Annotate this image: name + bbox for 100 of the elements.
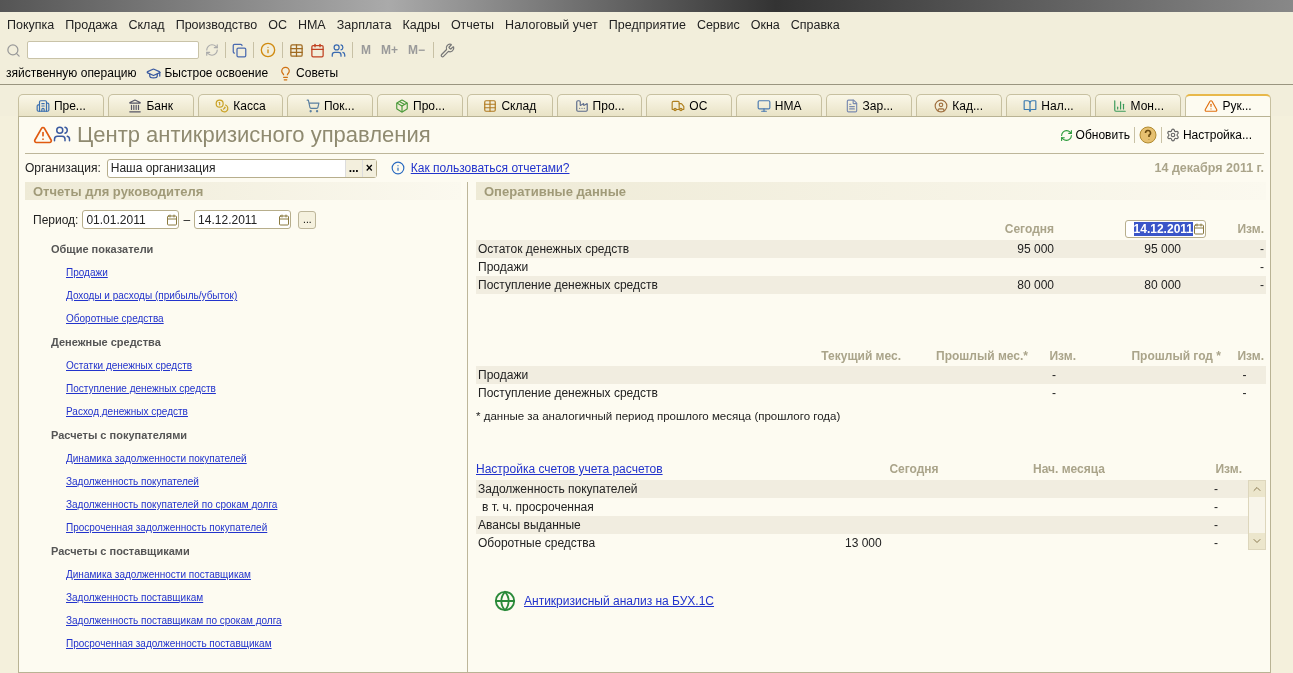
gear-icon	[1165, 128, 1180, 142]
menu-item[interactable]: Производство	[175, 18, 258, 32]
tab-icon	[934, 98, 949, 113]
menu-item[interactable]: Сервис	[696, 18, 740, 32]
search-icon[interactable]	[6, 42, 21, 58]
column-header: Сегодня	[888, 462, 940, 476]
date-field[interactable]: 01.01.2011	[82, 210, 180, 229]
menu-item[interactable]: Продажа	[65, 18, 118, 32]
calendar-icon[interactable]	[1193, 223, 1205, 235]
report-link[interactable]: Расход денежных средств	[66, 406, 188, 417]
report-link[interactable]: Продажи	[66, 267, 108, 278]
report-link[interactable]: Динамика задолженности поставщикам	[66, 569, 251, 580]
report-link[interactable]: Просроченная задолженность покупателей	[66, 522, 268, 533]
column-header: Прошлый год *	[1130, 349, 1222, 363]
wrench-icon[interactable]	[440, 42, 456, 58]
tab[interactable]: Мон...	[1095, 94, 1182, 116]
tab[interactable]: Банк	[107, 94, 194, 116]
report-link[interactable]: Доходы и расходы (прибыль/убыток)	[66, 290, 238, 301]
tab[interactable]: Пок...	[287, 94, 374, 116]
column-header: Прошлый мес.*	[935, 349, 1029, 363]
row-label: Продажи	[477, 368, 530, 382]
warning-person-icon	[33, 125, 71, 145]
tab[interactable]: НМА	[736, 94, 823, 116]
table-cell-text: -	[1213, 500, 1219, 514]
report-link[interactable]: Просроченная задолженность поставщикам	[66, 638, 272, 649]
report-link[interactable]: Поступление денежных средств	[66, 383, 216, 394]
tab[interactable]: Касса	[197, 94, 284, 116]
column-header: Изм.	[1236, 222, 1265, 236]
choose-button[interactable]: ...	[344, 159, 362, 177]
tab[interactable]: Кад...	[915, 94, 1002, 116]
tab-icon	[844, 98, 859, 113]
menu-item[interactable]: Зарплата	[336, 18, 392, 32]
table-cell-text: -	[1259, 242, 1265, 256]
page-title: Центр антикризисного управления	[77, 122, 432, 148]
row-label: Задолженность покупателей	[477, 482, 639, 496]
calendar-icon[interactable]	[278, 213, 291, 226]
report-link[interactable]: Остатки денежных средств	[66, 360, 193, 371]
group-title: Общие показатели	[50, 242, 155, 257]
tab[interactable]: Нал...	[1005, 94, 1092, 116]
calendar-icon[interactable]	[310, 42, 325, 58]
organization-field[interactable]: Наша организация ... ×	[106, 158, 377, 178]
row-label: Оборотные средства	[477, 536, 597, 550]
column-header: Изм.	[1236, 349, 1265, 363]
table-cell-text: -	[1241, 386, 1248, 400]
date-field[interactable]: 14.12.2011	[194, 210, 292, 229]
analysis-link[interactable]: Антикризисный анализ на БУХ.1С	[524, 594, 714, 608]
settings-link[interactable]: Настройка счетов учета расчетов	[476, 462, 839, 476]
windows-icon[interactable]	[232, 42, 247, 58]
calendar-icon[interactable]	[166, 213, 179, 226]
settings-button[interactable]: Настройка...	[1161, 128, 1256, 142]
menu-item[interactable]: Кадры	[402, 18, 440, 32]
menu-item[interactable]: Налоговый учет	[505, 18, 598, 32]
date-field[interactable]: 14.12.2011	[1124, 220, 1206, 238]
tab[interactable]: Склад	[466, 94, 553, 116]
menu-item[interactable]: Справка	[790, 18, 840, 32]
table-cell-text: -	[1051, 368, 1057, 382]
info-icon	[390, 161, 405, 175]
quick-button[interactable]: Советы	[278, 65, 339, 81]
menu-item[interactable]: Предприятие	[608, 18, 686, 32]
column-header: Нач. месяца	[1032, 462, 1106, 476]
menu-item[interactable]: Покупка	[7, 18, 55, 32]
row-label: Поступление денежных средств	[477, 278, 659, 292]
tab[interactable]: Про...	[377, 94, 463, 116]
tab-icon	[1204, 99, 1219, 113]
tab[interactable]: Про...	[556, 94, 643, 116]
report-link[interactable]: Динамика задолженности покупателей	[66, 453, 247, 464]
menu-item[interactable]: ОС	[268, 18, 287, 32]
period-button[interactable]: ...	[298, 210, 317, 229]
tab[interactable]: ОС	[646, 94, 733, 116]
report-link[interactable]: Оборотные средства	[66, 313, 164, 324]
menu-item[interactable]: Склад	[128, 18, 165, 32]
table-cell-text: -	[1213, 482, 1219, 496]
tab[interactable]: Рук...	[1185, 94, 1271, 116]
group-title: Расчеты с покупателями	[50, 428, 189, 443]
menu-item[interactable]: Отчеты	[450, 18, 495, 32]
report-link[interactable]: Задолженность покупателей	[66, 476, 199, 487]
table-cell-text: -	[1213, 536, 1219, 550]
table-cell-text: -	[1259, 278, 1265, 292]
help-link[interactable]: Как пользоваться отчетами?	[410, 161, 570, 175]
refresh-button[interactable]: Обновить	[1055, 128, 1134, 142]
tab[interactable]: Пре...	[18, 94, 104, 116]
quick-button[interactable]: зяйственную операцию	[6, 66, 137, 80]
tab-icon	[483, 98, 498, 113]
users-icon[interactable]	[331, 42, 346, 58]
menu-item[interactable]: НМА	[297, 18, 326, 32]
row-label: Авансы выданные	[477, 518, 582, 532]
report-link[interactable]: Задолженность поставщикам по срокам долга	[66, 615, 282, 626]
tab-icon	[305, 98, 320, 113]
table-cell-text: -	[1259, 260, 1265, 274]
tab[interactable]: Зар...	[826, 94, 912, 116]
report-link[interactable]: Задолженность покупателей по срокам долга	[66, 499, 278, 510]
table-cell-text: 80 000	[1016, 278, 1055, 292]
report-link[interactable]: Задолженность поставщикам	[66, 592, 204, 603]
tab-icon	[574, 98, 589, 113]
search-field[interactable]	[27, 41, 199, 59]
info-icon[interactable]	[260, 42, 276, 58]
row-label: Продажи	[477, 260, 530, 274]
tab-icon	[395, 98, 409, 113]
quick-button[interactable]: Быстрое освоение	[146, 65, 269, 81]
menu-item[interactable]: Окна	[750, 18, 780, 32]
